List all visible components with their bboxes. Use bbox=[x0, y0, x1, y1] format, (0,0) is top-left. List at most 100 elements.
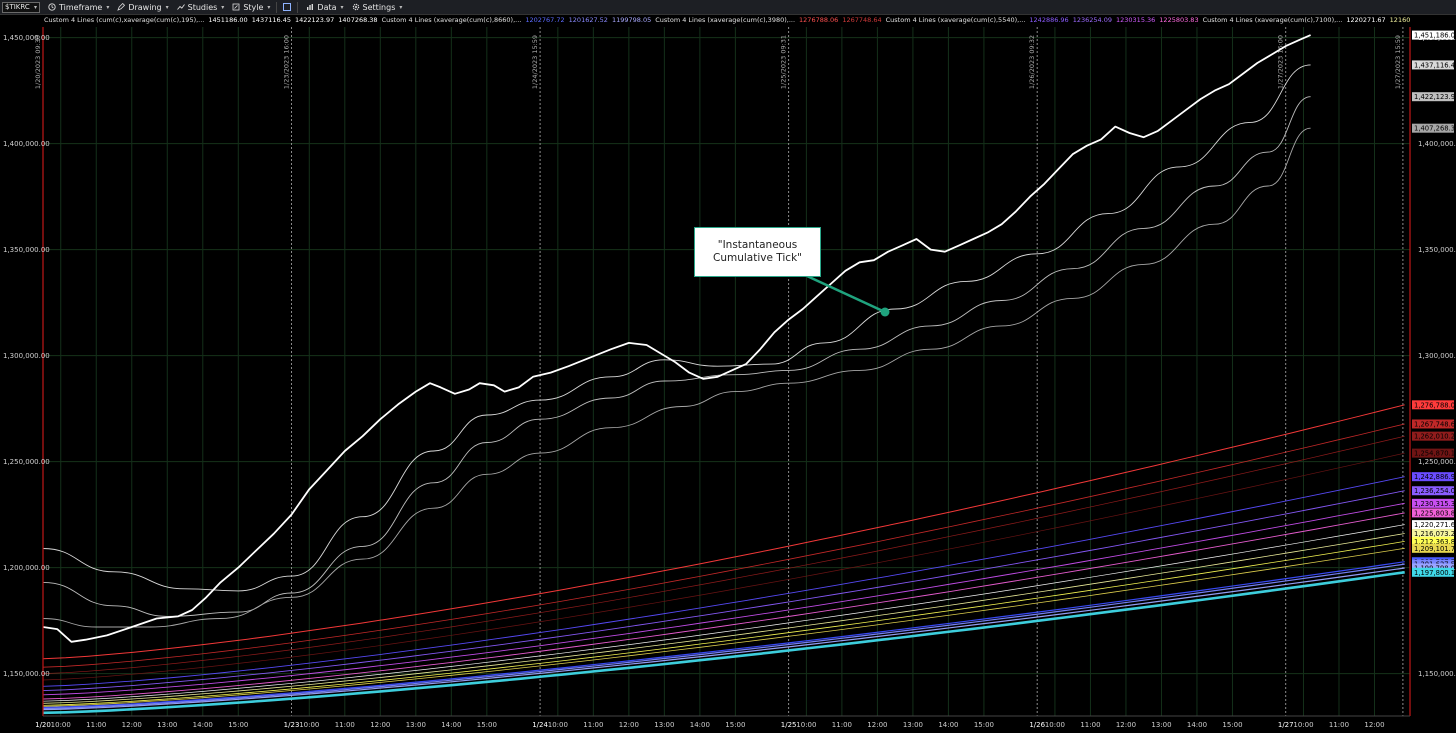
session-label: 1/27/2023 15:59 bbox=[1394, 35, 1402, 89]
price-label-11: 1,225,803.83 bbox=[1414, 509, 1456, 517]
style-button[interactable]: Style ▾ bbox=[232, 3, 270, 12]
x-time-label: 14:00 bbox=[938, 721, 958, 729]
price-label-7: 1,254,870.13 bbox=[1414, 450, 1456, 458]
x-time-label: 13:00 bbox=[903, 721, 923, 729]
x-time-label: 11:00 bbox=[86, 721, 106, 729]
price-label-3: 1,407,268.38 bbox=[1414, 125, 1456, 133]
x-time-label: 14:00 bbox=[441, 721, 461, 729]
x-time-label: 10:00 bbox=[299, 721, 319, 729]
studies-icon bbox=[177, 3, 185, 11]
x-time-label: 10:00 bbox=[796, 721, 816, 729]
x-time-label: 10:00 bbox=[1045, 721, 1065, 729]
x-time-label: 11:00 bbox=[1080, 721, 1100, 729]
study-value-5: Custom 4 Lines (xaverage(cum(c),8660),..… bbox=[382, 16, 522, 24]
price-label-9: 1,236,254.09 bbox=[1414, 487, 1456, 495]
study-value-11: 1267748.64 bbox=[842, 16, 881, 24]
annotation-box[interactable]: "Instantaneous Cumulative Tick" bbox=[694, 227, 821, 277]
session-label: 1/26/2023 09:32 bbox=[1028, 35, 1036, 89]
session-label: 1/24/2023 15:59 bbox=[531, 35, 539, 89]
x-time-label: 10:00 bbox=[51, 721, 71, 729]
x-time-label: 12:00 bbox=[867, 721, 887, 729]
x-time-label: 10:00 bbox=[548, 721, 568, 729]
x-time-label: 15:00 bbox=[1222, 721, 1242, 729]
y-tick-label-right: 1,250,000.00 bbox=[1418, 458, 1456, 466]
x-time-label: 12:00 bbox=[122, 721, 142, 729]
annotation-line-2: Cumulative Tick" bbox=[695, 252, 820, 265]
study-value-0: Custom 4 Lines (cum(c),xaverage(cum(c),1… bbox=[44, 16, 204, 24]
price-label-0: 1,451,186.00 bbox=[1414, 32, 1456, 40]
study-value-18: 1220271.67 bbox=[1346, 16, 1385, 24]
study-value-17: Custom 4 Lines (xaverage(cum(c),7100),..… bbox=[1203, 16, 1343, 24]
study-value-14: 1236254.09 bbox=[1073, 16, 1112, 24]
timeframe-button[interactable]: Timeframe ▾ bbox=[48, 3, 109, 12]
session-label: 1/27/2023 16:00 bbox=[1277, 35, 1285, 89]
study-values-strip: Custom 4 Lines (cum(c),xaverage(cum(c),1… bbox=[44, 16, 1410, 25]
study-value-15: 1230315.36 bbox=[1116, 16, 1155, 24]
study-value-10: 1276788.06 bbox=[799, 16, 838, 24]
y-tick-label: 1,450,000.00 bbox=[3, 34, 50, 42]
price-label-2: 1,422,123.97 bbox=[1414, 93, 1456, 101]
chart-canvas[interactable]: 1/20/2023 09:301/23/2023 16:001/24/2023 … bbox=[0, 0, 1456, 733]
x-time-label: 14:00 bbox=[1187, 721, 1207, 729]
y-tick-label: 1,150,000.00 bbox=[3, 670, 50, 678]
x-date-label: 1/25 bbox=[781, 721, 797, 729]
symbol-selector[interactable]: $TIKRC ▾ bbox=[2, 2, 40, 13]
x-time-label: 11:00 bbox=[832, 721, 852, 729]
x-date-label: 1/26 bbox=[1029, 721, 1045, 729]
study-value-2: 1437116.45 bbox=[252, 16, 291, 24]
drawing-label: Drawing bbox=[128, 3, 161, 12]
study-value-16: 1225803.83 bbox=[1159, 16, 1198, 24]
study-value-6: 1202767.72 bbox=[525, 16, 564, 24]
x-time-label: 12:00 bbox=[1364, 721, 1384, 729]
chart-toolbar: $TIKRC ▾ Timeframe ▾ Drawing ▾ Studies ▾… bbox=[0, 0, 1456, 15]
x-date-label: 1/20 bbox=[35, 721, 51, 729]
x-time-label: 15:00 bbox=[725, 721, 745, 729]
session-label: 1/25/2023 09:31 bbox=[780, 35, 788, 89]
y-tick-label: 1,400,000.00 bbox=[3, 140, 50, 148]
study-value-7: 1201627.52 bbox=[569, 16, 608, 24]
price-label-19: 1,197,800.12 bbox=[1414, 569, 1456, 577]
price-label-15: 1,209,101.76 bbox=[1414, 545, 1456, 553]
x-time-label: 12:00 bbox=[1116, 721, 1136, 729]
price-label-5: 1,267,748.64 bbox=[1414, 420, 1456, 428]
study-value-4: 1407268.38 bbox=[338, 16, 377, 24]
y-tick-label: 1,250,000.00 bbox=[3, 458, 50, 466]
x-time-label: 12:00 bbox=[619, 721, 639, 729]
x-time-label: 14:00 bbox=[193, 721, 213, 729]
chevron-down-icon: ▾ bbox=[399, 4, 402, 11]
data-label: Data bbox=[317, 3, 336, 12]
price-label-8: 1,242,886.96 bbox=[1414, 473, 1456, 481]
settings-label: Settings bbox=[363, 3, 396, 12]
chevron-down-icon: ▾ bbox=[341, 4, 344, 11]
layout-toggle-button[interactable] bbox=[283, 3, 291, 11]
x-time-label: 12:00 bbox=[370, 721, 390, 729]
x-date-label: 1/27 bbox=[1278, 721, 1294, 729]
pencil-icon bbox=[117, 3, 125, 11]
x-date-label: 1/24 bbox=[532, 721, 548, 729]
studies-button[interactable]: Studies ▾ bbox=[177, 3, 225, 12]
study-value-8: 1199798.05 bbox=[612, 16, 651, 24]
toolbar-divider bbox=[297, 2, 298, 13]
study-value-1: 1451186.00 bbox=[208, 16, 247, 24]
price-label-6: 1,262,010.24 bbox=[1414, 433, 1456, 441]
study-value-12: Custom 4 Lines (xaverage(cum(c),5540),..… bbox=[886, 16, 1026, 24]
y-tick-label-right: 1,150,000.00 bbox=[1418, 670, 1456, 678]
y-tick-label-right: 1,400,000.00 bbox=[1418, 140, 1456, 148]
data-button[interactable]: Data ▾ bbox=[306, 3, 343, 12]
x-date-label: 1/23 bbox=[284, 721, 300, 729]
x-time-label: 13:00 bbox=[654, 721, 674, 729]
x-time-label: 11:00 bbox=[583, 721, 603, 729]
chevron-down-icon: ▾ bbox=[34, 4, 37, 11]
chevron-down-icon: ▾ bbox=[106, 4, 109, 11]
x-time-label: 13:00 bbox=[157, 721, 177, 729]
settings-button[interactable]: Settings ▾ bbox=[352, 3, 403, 12]
x-time-label: 15:00 bbox=[228, 721, 248, 729]
x-time-label: 13:00 bbox=[406, 721, 426, 729]
drawing-button[interactable]: Drawing ▾ bbox=[117, 3, 168, 12]
price-label-10: 1,230,315.36 bbox=[1414, 500, 1456, 508]
price-label-13: 1,216,073.20 bbox=[1414, 530, 1456, 538]
y-tick-label: 1,350,000.00 bbox=[3, 246, 50, 254]
study-value-9: Custom 4 Lines (xaverage(cum(c),3980),..… bbox=[655, 16, 795, 24]
session-label: 1/20/2023 09:30 bbox=[34, 35, 42, 89]
x-time-label: 15:00 bbox=[974, 721, 994, 729]
